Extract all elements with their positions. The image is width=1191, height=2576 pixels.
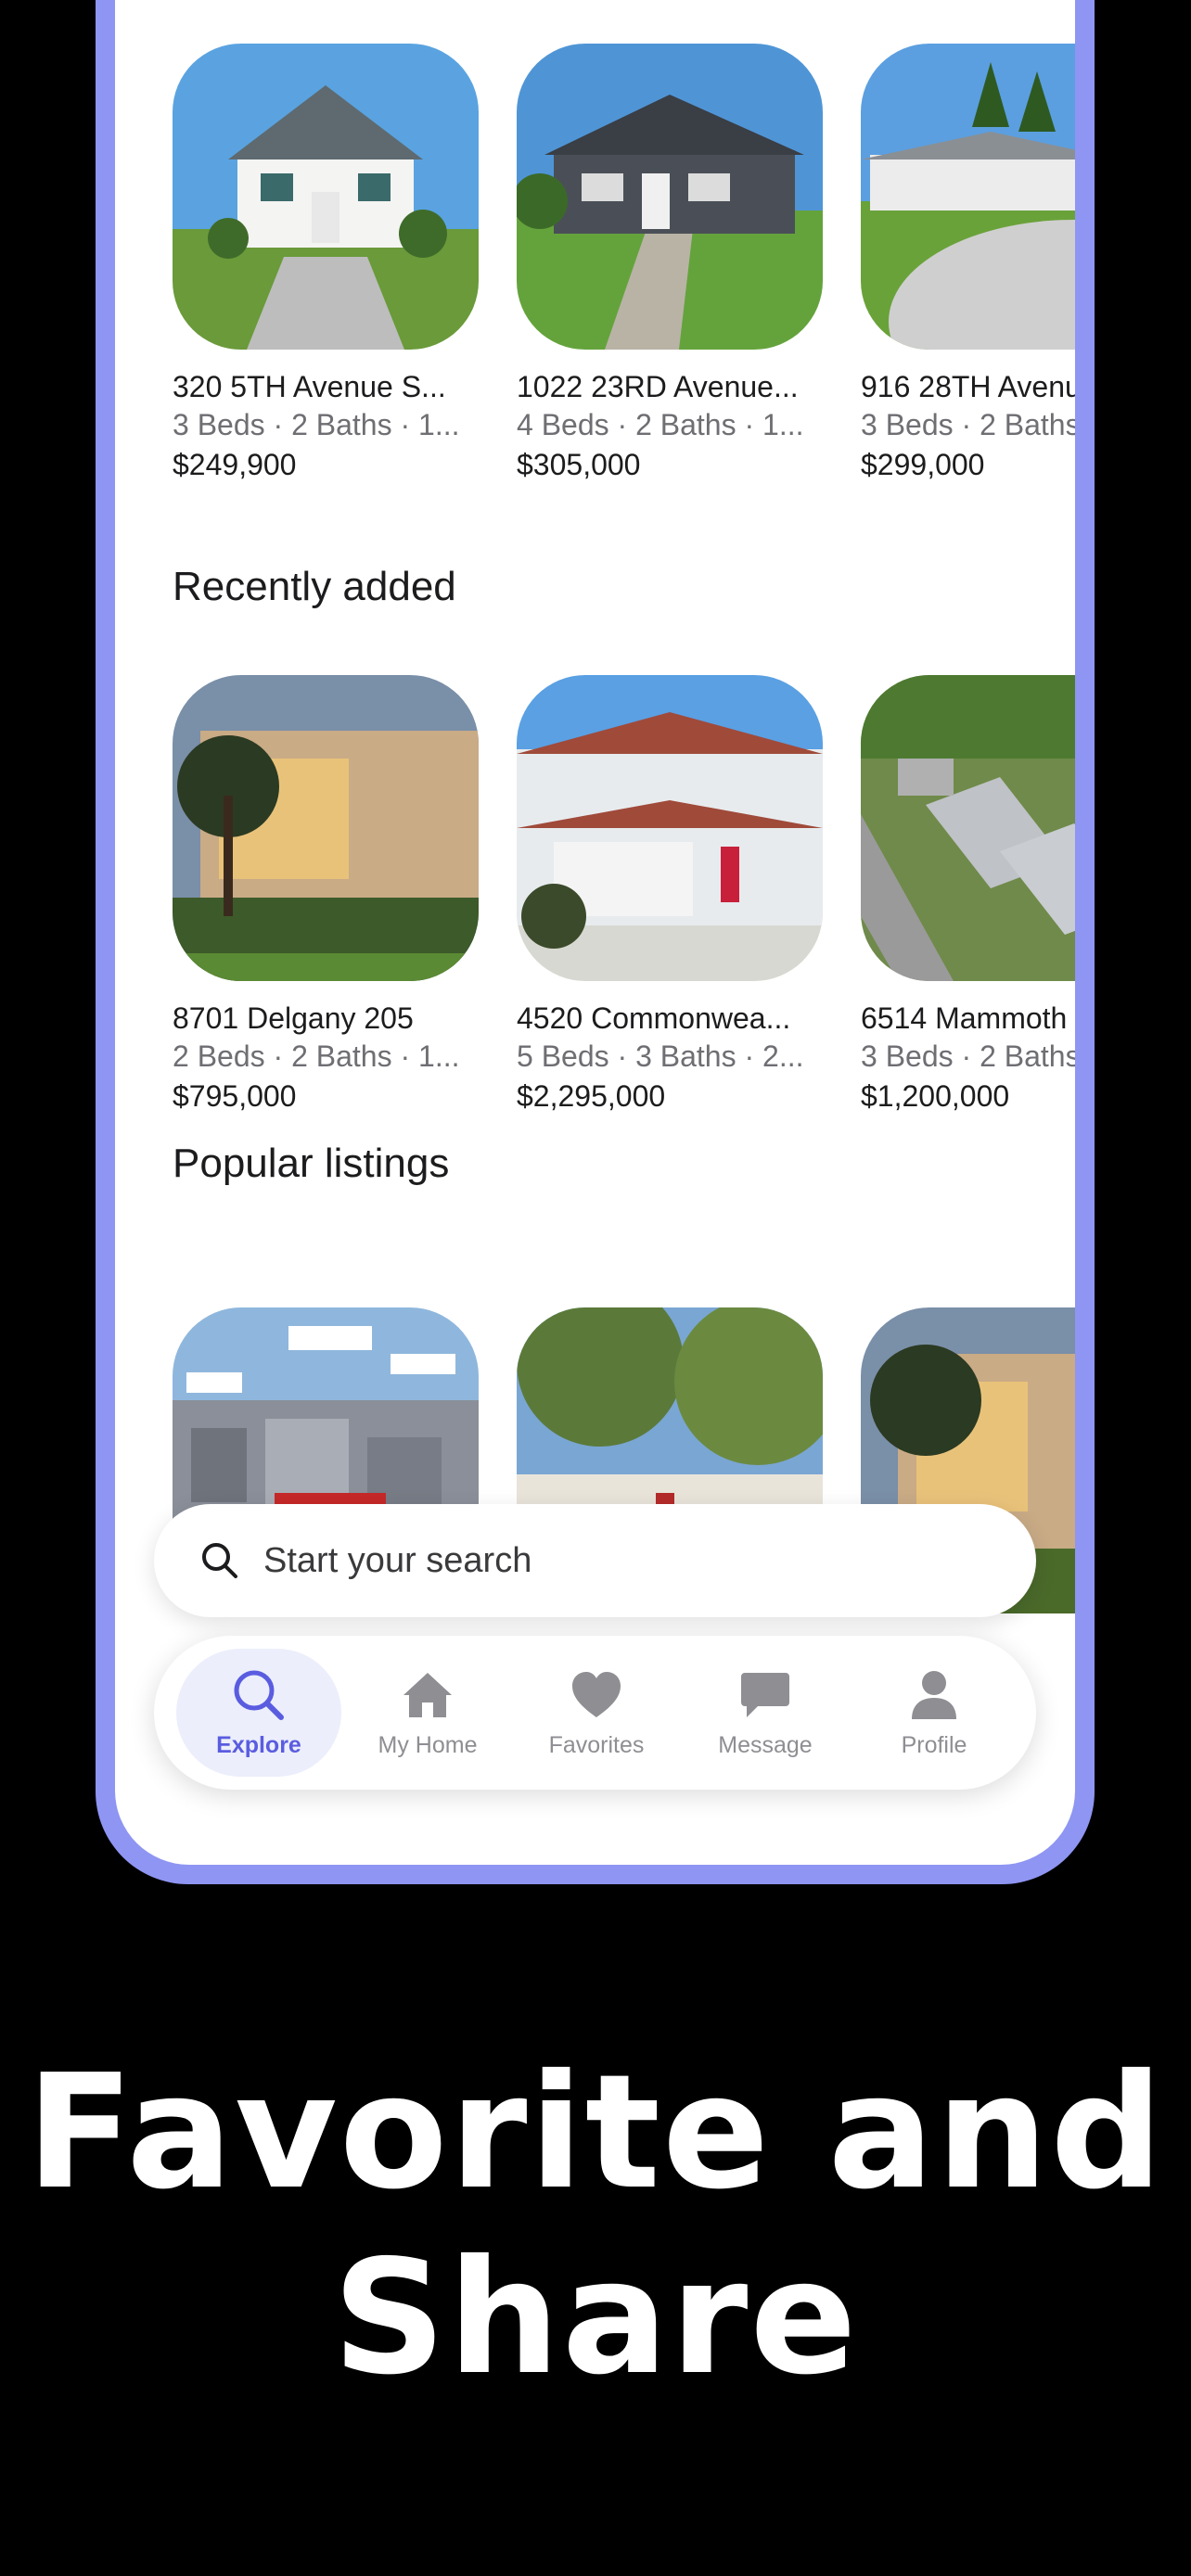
tab-message[interactable]: Message xyxy=(683,1649,848,1777)
listing-address: 8701 Delgany 205 xyxy=(173,1001,414,1035)
tagline-line-2: Share xyxy=(332,2226,859,2410)
bottom-nav: Explore My Home Favorites Message Profil… xyxy=(154,1636,1036,1790)
listing-address: 1022 23RD Avenue... xyxy=(517,370,799,403)
person-icon xyxy=(912,1671,956,1719)
search-icon xyxy=(234,1670,284,1720)
listing-meta: 5 Beds · 3 Baths · 2... xyxy=(517,1039,804,1073)
listing-meta: 2 Beds · 2 Baths · 1... xyxy=(173,1039,460,1073)
tab-label: Message xyxy=(718,1732,813,1758)
listing-price: $299,000 xyxy=(861,448,985,481)
listing-card[interactable]: 4520 Commonwea... 5 Beds · 3 Baths · 2..… xyxy=(517,675,823,1114)
listing-photo[interactable] xyxy=(173,675,479,981)
listing-address: 6514 Mammoth xyxy=(861,1001,1068,1035)
search-placeholder: Start your search xyxy=(263,1540,532,1580)
listing-price: $2,295,000 xyxy=(517,1079,666,1113)
listing-photo[interactable] xyxy=(861,675,1075,981)
listing-card[interactable]: 916 28TH Avenue 3 Beds · 2 Baths $299,00… xyxy=(861,44,1075,482)
tab-profile[interactable]: Profile xyxy=(852,1649,1017,1777)
listing-address: 320 5TH Avenue S... xyxy=(173,370,446,403)
home-icon xyxy=(403,1673,452,1717)
listing-card[interactable]: 6514 Mammoth 3 Beds · 2 Baths $1,200,000 xyxy=(861,675,1075,1114)
listing-photo[interactable] xyxy=(173,44,479,350)
search-bar[interactable]: Start your search xyxy=(154,1504,1036,1617)
section-title-recently-added: Recently added xyxy=(173,564,456,609)
listing-address: 4520 Commonwea... xyxy=(517,1001,791,1035)
heart-icon xyxy=(572,1672,621,1717)
listing-card[interactable]: 320 5TH Avenue S... 3 Beds · 2 Baths · 1… xyxy=(173,44,479,482)
listing-card[interactable]: 1022 23RD Avenue... 4 Beds · 2 Baths · 1… xyxy=(517,44,823,482)
promo-tagline: Favorite and Share xyxy=(0,2040,1191,2411)
tab-my-home[interactable]: My Home xyxy=(345,1649,510,1777)
tab-label: Profile xyxy=(901,1732,967,1758)
chat-icon xyxy=(741,1673,789,1717)
listing-photo[interactable] xyxy=(861,44,1075,350)
listing-card[interactable]: 8701 Delgany 205 2 Beds · 2 Baths · 1...… xyxy=(173,675,479,1114)
listing-price: $305,000 xyxy=(517,448,641,481)
listing-price: $249,900 xyxy=(173,448,297,481)
listing-meta: 3 Beds · 2 Baths xyxy=(861,1039,1075,1073)
listing-price: $795,000 xyxy=(173,1079,297,1113)
section-title-popular-listings: Popular listings xyxy=(173,1141,450,1186)
listing-photo[interactable] xyxy=(517,675,823,981)
listing-meta: 3 Beds · 2 Baths · 1... xyxy=(173,408,460,441)
tab-label: Explore xyxy=(216,1732,301,1758)
tab-label: My Home xyxy=(378,1732,478,1758)
search-icon xyxy=(202,1543,237,1578)
listing-price: $1,200,000 xyxy=(861,1079,1010,1113)
listing-meta: 3 Beds · 2 Baths xyxy=(861,408,1075,441)
tab-explore[interactable]: Explore xyxy=(176,1649,341,1777)
listing-photo[interactable] xyxy=(517,44,823,350)
listing-meta: 4 Beds · 2 Baths · 1... xyxy=(517,408,804,441)
tagline-line-1: Favorite and xyxy=(26,2041,1165,2225)
tab-label: Favorites xyxy=(548,1732,645,1758)
listing-address: 916 28TH Avenue xyxy=(861,370,1075,403)
tab-favorites[interactable]: Favorites xyxy=(514,1649,679,1777)
